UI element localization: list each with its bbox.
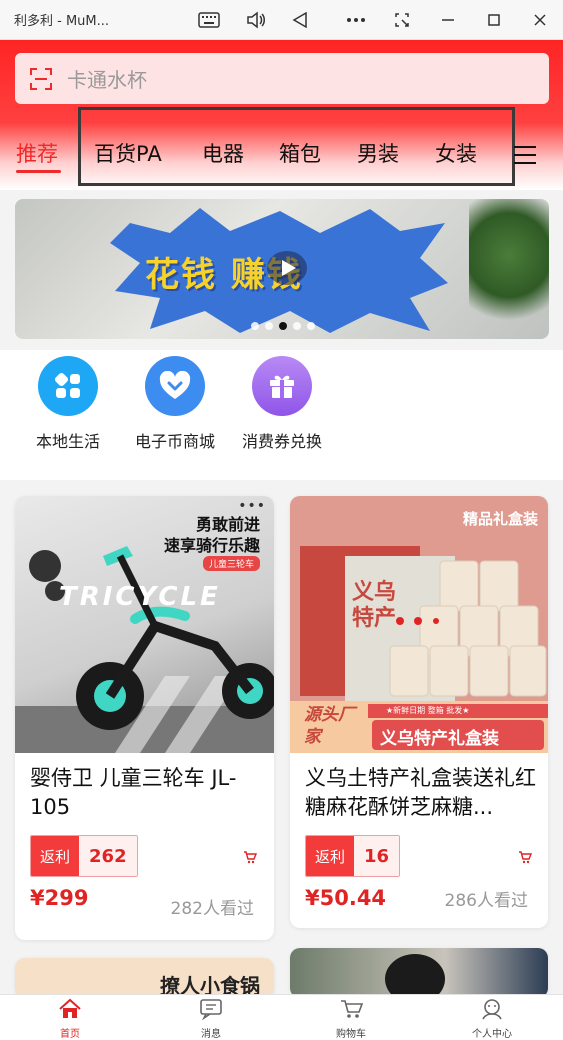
grid-icon (38, 356, 98, 416)
nav-label: 个人中心 (472, 1029, 512, 1040)
nav-label: 购物车 (336, 1029, 366, 1040)
rebate-label: 返利 (306, 836, 355, 876)
rebate-label: 返利 (31, 836, 80, 876)
search-placeholder: 卡通水杯 (67, 68, 147, 92)
menu-icon[interactable] (514, 146, 536, 164)
tab-recommend[interactable]: 推荐 (16, 138, 58, 168)
entry-label: 消费券兑换 (241, 432, 322, 451)
play-icon[interactable] (267, 251, 307, 285)
entry-local-life[interactable]: 本地生活 (13, 356, 123, 452)
product-card-peek[interactable]: 撩人小食锅 (15, 958, 274, 998)
nav-home[interactable]: 首页 (30, 998, 110, 1040)
carousel-dot[interactable] (307, 322, 315, 330)
view-count: 286人看过 (444, 891, 528, 911)
rebate-badge: 返利 262 (30, 835, 138, 877)
carousel-dot[interactable] (293, 322, 301, 330)
heart-chevron-icon (145, 356, 205, 416)
rebate-value: 16 (354, 836, 400, 876)
bottom-navigation: 首页 消息 购物车 个人中心 (0, 994, 563, 1040)
add-cart-icon[interactable] (518, 850, 532, 864)
image-corner-text: 精品礼盒装 (462, 510, 538, 528)
product-image[interactable]: 精品礼盒装 义乌特产 ★新鲜日期 整箱 批发★ 源头厂家 义乌特产礼盒装 (290, 496, 548, 753)
rebate-badge: 返利 16 (305, 835, 401, 877)
more-dots-icon[interactable]: ••• (238, 498, 266, 514)
image-slogan-2: 速享骑行乐趣 (163, 536, 260, 555)
volume-icon[interactable] (244, 8, 268, 32)
add-cart-icon[interactable] (243, 850, 257, 864)
more-icon[interactable] (344, 8, 368, 32)
image-slogan-1: 勇敢前进 (195, 515, 260, 534)
screenshot-icon[interactable] (390, 8, 414, 32)
minimize-icon[interactable] (436, 8, 460, 32)
user-icon (482, 999, 502, 1020)
tab-highlight-box (78, 107, 515, 186)
entry-e-coin-mall[interactable]: 电子币商城 (120, 356, 230, 452)
active-tab-indicator (16, 170, 61, 173)
product-name[interactable]: 婴侍卫 儿童三轮车 JL-105 (30, 764, 260, 822)
home-icon (59, 998, 81, 1018)
nav-cart[interactable]: 购物车 (311, 998, 391, 1040)
image-strip-text: ★新鲜日期 整箱 批发★ (386, 706, 470, 715)
carousel-dot[interactable] (265, 322, 273, 330)
image-tag: 儿童三轮车 (202, 556, 260, 571)
rebate-value: 262 (79, 836, 137, 876)
carousel-dot-active[interactable] (279, 322, 287, 330)
gift-icon (252, 356, 312, 416)
nav-profile[interactable]: 个人中心 (452, 998, 532, 1040)
product-price: ¥299 (30, 886, 89, 910)
peek-photo (385, 954, 445, 998)
keyboard-icon[interactable] (197, 8, 221, 32)
image-brand: TRICYCLE (59, 582, 221, 612)
product-image[interactable]: 勇敢前进 速享骑行乐趣 儿童三轮车 TRICYCLE ••• (15, 496, 274, 753)
nav-messages[interactable]: 消息 (171, 998, 251, 1040)
image-left-text: 源头厂家 (304, 705, 355, 747)
nav-label: 消息 (201, 1029, 221, 1040)
window-titlebar: 利多利 - MuM... (0, 0, 563, 40)
image-box-text: 义乌特产 (352, 580, 397, 631)
product-card[interactable]: 勇敢前进 速享骑行乐趣 儿童三轮车 TRICYCLE ••• 婴侍卫 儿童三轮车… (15, 496, 274, 940)
carousel-dot[interactable] (251, 322, 259, 330)
view-count: 282人看过 (170, 899, 254, 919)
maximize-icon[interactable] (482, 8, 506, 32)
close-icon[interactable] (528, 8, 552, 32)
carousel-dots (251, 322, 315, 330)
message-icon (200, 999, 222, 1021)
entry-label: 电子币商城 (134, 432, 215, 451)
product-name[interactable]: 义乌土特产礼盒装送礼红糖麻花酥饼芝麻糖... (305, 764, 537, 822)
promo-banner[interactable]: 花钱 赚钱 (15, 199, 549, 339)
product-price: ¥50.44 (305, 886, 387, 910)
scan-icon[interactable] (29, 67, 53, 91)
search-bar[interactable]: 卡通水杯 (15, 53, 549, 104)
plant-decoration (469, 199, 549, 339)
product-card-peek[interactable] (290, 948, 548, 998)
quick-entries: 本地生活 电子币商城 消费券兑换 (0, 350, 563, 460)
entry-coupon-exchange[interactable]: 消费券兑换 (227, 356, 337, 452)
window-title: 利多利 - MuM... (14, 14, 110, 29)
image-right-text: 义乌特产礼盒装 (380, 729, 499, 749)
entry-label: 本地生活 (35, 432, 100, 451)
product-card[interactable]: 精品礼盒装 义乌特产 ★新鲜日期 整箱 批发★ 源头厂家 义乌特产礼盒装 义乌土… (290, 496, 548, 928)
section-gap (0, 460, 563, 480)
back-icon[interactable] (288, 8, 312, 32)
nav-label: 首页 (60, 1029, 80, 1040)
cart-icon (341, 1000, 364, 1018)
